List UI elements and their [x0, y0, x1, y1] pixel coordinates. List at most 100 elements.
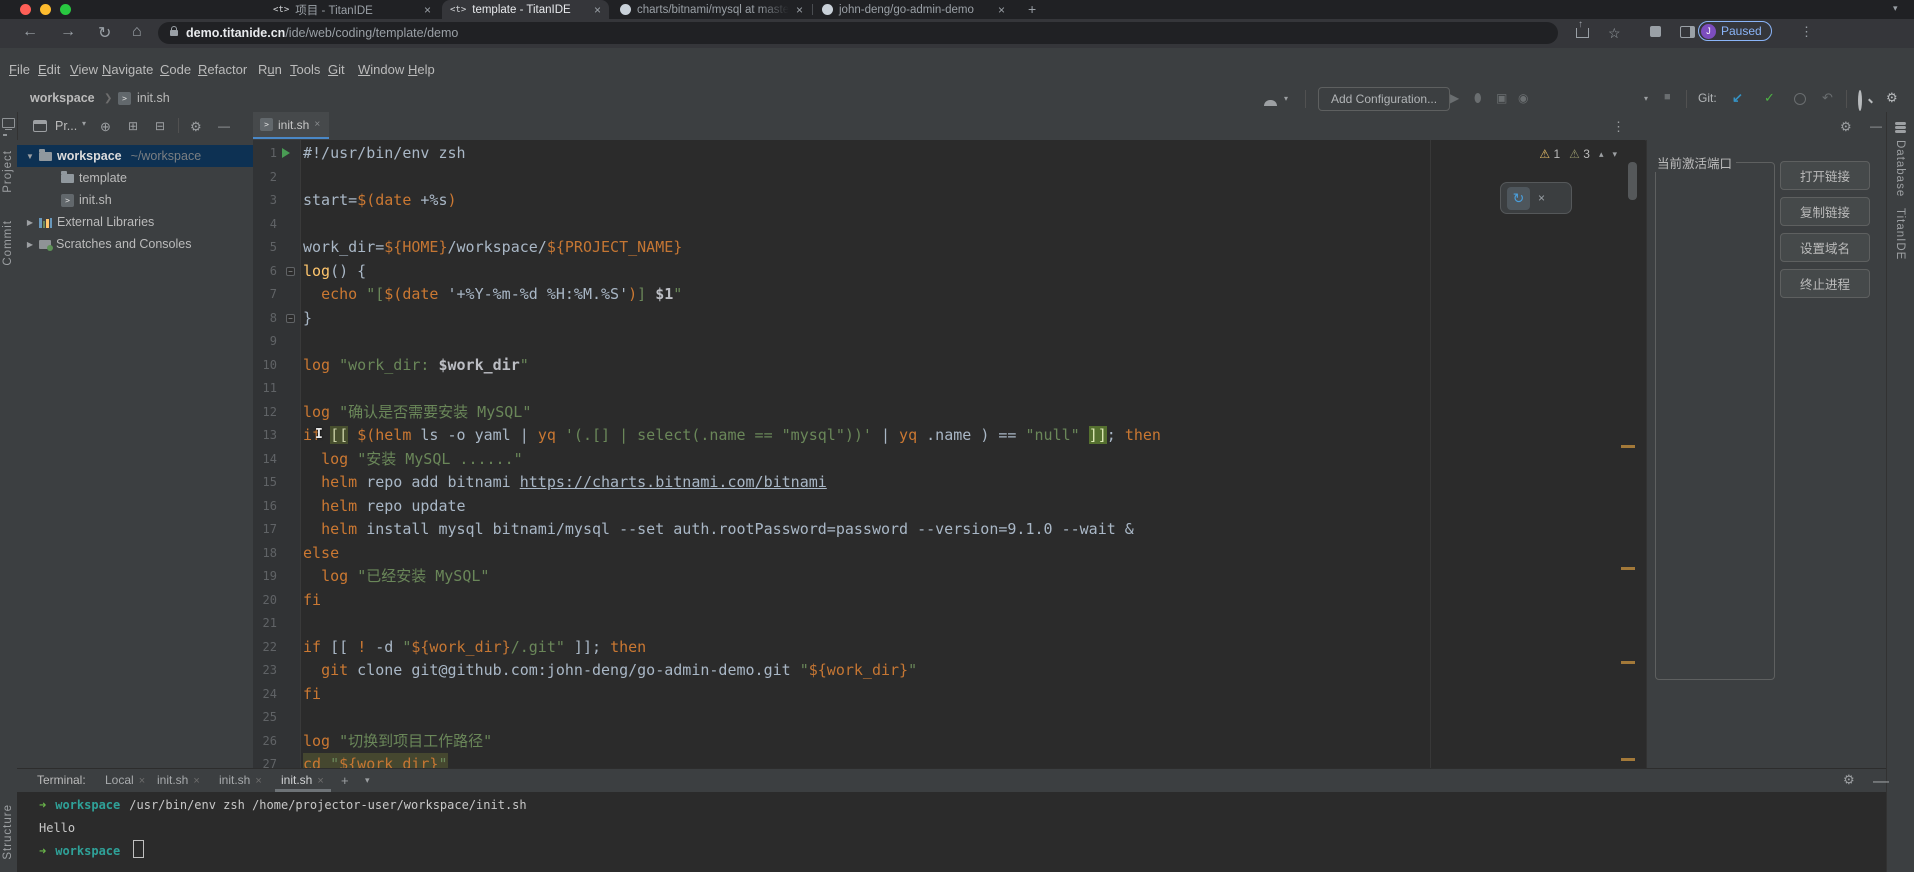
close-tab-icon[interactable]: ×: [314, 119, 320, 130]
tree-chevron-icon[interactable]: ▶: [26, 218, 34, 227]
close-terminal-tab-icon[interactable]: ×: [317, 775, 323, 787]
hide-panel-icon[interactable]: —: [218, 119, 230, 133]
run-script-arrow-icon[interactable]: [282, 148, 290, 158]
browser-tab[interactable]: <t>项目 - TitanIDE×: [265, 0, 439, 19]
code-editor[interactable]: 1#!/usr/bin/env zsh23start=$(date +%s)45…: [253, 140, 1645, 768]
browser-tab[interactable]: john-deng/go-admin-demo×: [814, 0, 1013, 19]
database-icon[interactable]: [1895, 122, 1906, 133]
next-problem-chevron-icon[interactable]: ▾: [1612, 149, 1617, 160]
browser-menu-kebab-icon[interactable]: ⋮: [1800, 24, 1813, 40]
back-button[interactable]: ←: [22, 23, 38, 41]
close-terminal-tab-icon[interactable]: ×: [255, 775, 261, 787]
port-action-button[interactable]: 设置域名: [1780, 233, 1870, 262]
new-tab-button[interactable]: +: [1028, 1, 1036, 17]
user-chevron-down-icon[interactable]: ▾: [1284, 94, 1288, 103]
project-view-chevron-icon[interactable]: ▾: [82, 119, 86, 128]
menu-item-run[interactable]: Run: [258, 62, 282, 77]
fold-icon[interactable]: −: [286, 267, 295, 276]
port-action-button[interactable]: 终止进程: [1780, 269, 1870, 298]
tree-row-init-sh[interactable]: >init.sh: [17, 189, 253, 211]
run-chevron-down-icon[interactable]: ▾: [1644, 94, 1648, 103]
project-view-dropdown[interactable]: Pr...: [55, 119, 77, 133]
breadcrumb-init-sh[interactable]: init.sh: [137, 91, 170, 105]
tree-chevron-icon[interactable]: ▶: [26, 240, 34, 249]
editor-options-kebab-icon[interactable]: ⋮: [1612, 119, 1625, 135]
prev-problem-chevron-icon[interactable]: ▴: [1599, 149, 1604, 160]
browser-tab[interactable]: charts/bitnami/mysql at maste×: [612, 0, 811, 19]
close-tab-icon[interactable]: ×: [796, 3, 803, 17]
close-tab-icon[interactable]: ×: [424, 3, 431, 17]
close-widget-icon[interactable]: ×: [1538, 191, 1545, 205]
terminal-tab[interactable]: init.sh×: [281, 773, 324, 787]
breadcrumb-workspace[interactable]: workspace: [30, 91, 95, 105]
editor-tab-init-sh[interactable]: > init.sh ×: [253, 112, 329, 139]
tree-chevron-icon[interactable]: ▼: [26, 152, 34, 161]
terminal-gear-icon[interactable]: ⚙: [1843, 772, 1855, 788]
git-commit-check-icon[interactable]: ✓: [1764, 90, 1775, 106]
menu-item-window[interactable]: Window: [358, 62, 404, 77]
stripe-label-structure[interactable]: Structure: [2, 804, 14, 860]
terminal-output[interactable]: ➜workspace/usr/bin/env zsh /home/project…: [17, 792, 1886, 872]
terminal-tab[interactable]: init.sh×: [157, 773, 200, 787]
monitor-icon[interactable]: [2, 118, 15, 128]
collapse-all-icon[interactable]: ⊟: [155, 119, 165, 133]
stripe-label-database[interactable]: Database: [1894, 140, 1906, 197]
maximize-window-button[interactable]: [60, 4, 71, 15]
stripe-label-commit[interactable]: Commit: [2, 220, 14, 266]
menu-item-refactor[interactable]: Refactor: [198, 62, 247, 77]
error-stripe-mark[interactable]: [1621, 567, 1635, 570]
browser-tab[interactable]: <t>template - TitanIDE×: [442, 0, 609, 19]
terminal-tab[interactable]: Local×: [105, 773, 145, 787]
menu-item-edit[interactable]: Edit: [38, 62, 60, 77]
error-stripe-mark[interactable]: [1621, 758, 1635, 761]
editor-scrollbar[interactable]: [1628, 162, 1637, 200]
close-window-button[interactable]: [20, 4, 31, 15]
inspections-widget[interactable]: ⚠ 1 ⚠ 3 ▴ ▾: [1539, 147, 1617, 161]
hide-right-panel-icon[interactable]: —: [1870, 119, 1882, 133]
right-panel-gear-icon[interactable]: ⚙: [1840, 119, 1852, 135]
stripe-label-titanide[interactable]: TitanIDE: [1894, 208, 1906, 260]
home-button[interactable]: ⌂: [132, 23, 142, 41]
menu-item-git[interactable]: Git: [328, 62, 345, 77]
sync-refresh-icon[interactable]: ↻: [1507, 187, 1530, 210]
search-icon[interactable]: [1858, 90, 1862, 111]
tree-row-workspace[interactable]: ▼workspace~/workspace: [17, 145, 253, 167]
terminal-chevron-down-icon[interactable]: ▾: [365, 775, 370, 786]
menu-item-tools[interactable]: Tools: [290, 62, 320, 77]
port-action-button[interactable]: 打开链接: [1780, 161, 1870, 190]
tab-search-chevron-icon[interactable]: ▾: [1893, 3, 1898, 14]
port-action-button[interactable]: 复制链接: [1780, 197, 1870, 226]
new-terminal-tab-icon[interactable]: +: [341, 773, 349, 788]
hide-terminal-icon[interactable]: —: [1873, 773, 1889, 791]
panel-settings-gear-icon[interactable]: ⚙: [190, 119, 202, 135]
locate-file-icon[interactable]: ⊕: [100, 119, 111, 135]
menu-item-help[interactable]: Help: [408, 62, 435, 77]
address-bar[interactable]: demo.titanide.cn/ide/web/coding/template…: [158, 22, 1558, 44]
settings-gear-icon[interactable]: ⚙: [1886, 90, 1898, 106]
menu-item-code[interactable]: Code: [160, 62, 191, 77]
menu-item-file[interactable]: File: [9, 62, 30, 77]
error-stripe-mark[interactable]: [1621, 445, 1635, 448]
close-terminal-tab-icon[interactable]: ×: [139, 775, 145, 787]
reload-button[interactable]: ↻: [98, 23, 111, 43]
stripe-label-project[interactable]: Project: [2, 150, 14, 193]
tree-row-template[interactable]: template: [17, 167, 253, 189]
close-tab-icon[interactable]: ×: [594, 3, 601, 17]
minimize-window-button[interactable]: [40, 4, 51, 15]
fold-icon[interactable]: −: [286, 314, 295, 323]
add-configuration-button[interactable]: Add Configuration...: [1318, 87, 1450, 111]
profile-button[interactable]: J Paused: [1698, 21, 1772, 41]
close-tab-icon[interactable]: ×: [998, 3, 1005, 17]
menu-item-view[interactable]: View: [70, 62, 98, 77]
tree-row-external-libraries[interactable]: ▶External Libraries: [17, 211, 253, 233]
extensions-puzzle-icon[interactable]: [1650, 26, 1661, 37]
side-panel-icon[interactable]: [1680, 26, 1695, 38]
bookmark-star-icon[interactable]: ☆: [1608, 25, 1621, 42]
share-icon[interactable]: [1576, 28, 1589, 38]
git-update-icon[interactable]: ↙: [1732, 90, 1743, 106]
menu-item-navigate[interactable]: Navigate: [102, 62, 153, 77]
expand-all-icon[interactable]: ⊞: [128, 119, 138, 133]
error-stripe-mark[interactable]: [1621, 661, 1635, 664]
close-terminal-tab-icon[interactable]: ×: [193, 775, 199, 787]
project-tool-window-icon[interactable]: [33, 120, 47, 132]
